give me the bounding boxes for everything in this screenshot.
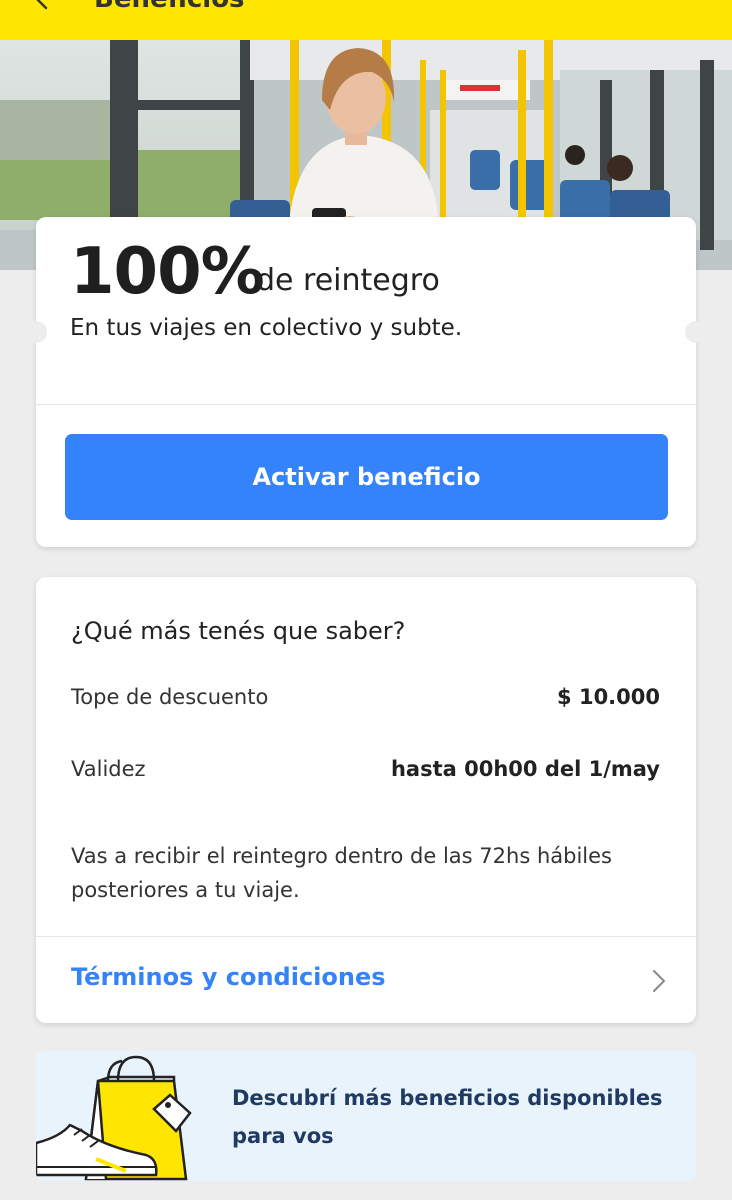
- page-title: Beneficios: [94, 0, 245, 14]
- arrow-left-icon[interactable]: [30, 0, 54, 10]
- benefit-percentage: 100%: [70, 235, 265, 309]
- more-benefits-banner[interactable]: Descubrí más beneficios disponibles para…: [36, 1051, 696, 1181]
- benefit-percentage-label: de reintegro: [256, 263, 440, 298]
- activate-benefit-button[interactable]: Activar beneficio: [65, 434, 668, 520]
- app-header: Beneficios: [0, 0, 732, 40]
- divider: [36, 404, 696, 405]
- chevron-right-icon: [653, 970, 665, 992]
- info-card: ¿Qué más tenés que saber? Tope de descue…: [36, 577, 696, 1023]
- terms-label: Términos y condiciones: [71, 963, 386, 991]
- benefit-card: 100% de reintegro En tus viajes en colec…: [25, 217, 707, 547]
- shopping-bag-sneaker-illustration: [36, 1055, 192, 1181]
- more-benefits-text: Descubrí más beneficios disponibles para…: [232, 1086, 663, 1148]
- ticket-notch-right: [685, 321, 707, 343]
- ticket-notch-left: [25, 321, 47, 343]
- refund-note: Vas a recibir el reintegro dentro de las…: [71, 844, 612, 902]
- validity-label: Validez: [71, 757, 146, 781]
- benefit-subtitle: En tus viajes en colectivo y subte.: [70, 315, 463, 341]
- terms-and-conditions-link[interactable]: Términos y condiciones: [36, 937, 696, 1023]
- validity-value: hasta 00h00 del 1/may: [390, 757, 660, 781]
- info-title: ¿Qué más tenés que saber?: [71, 617, 406, 645]
- discount-cap-label: Tope de descuento: [71, 685, 269, 709]
- discount-cap-value: $ 10.000: [557, 685, 660, 709]
